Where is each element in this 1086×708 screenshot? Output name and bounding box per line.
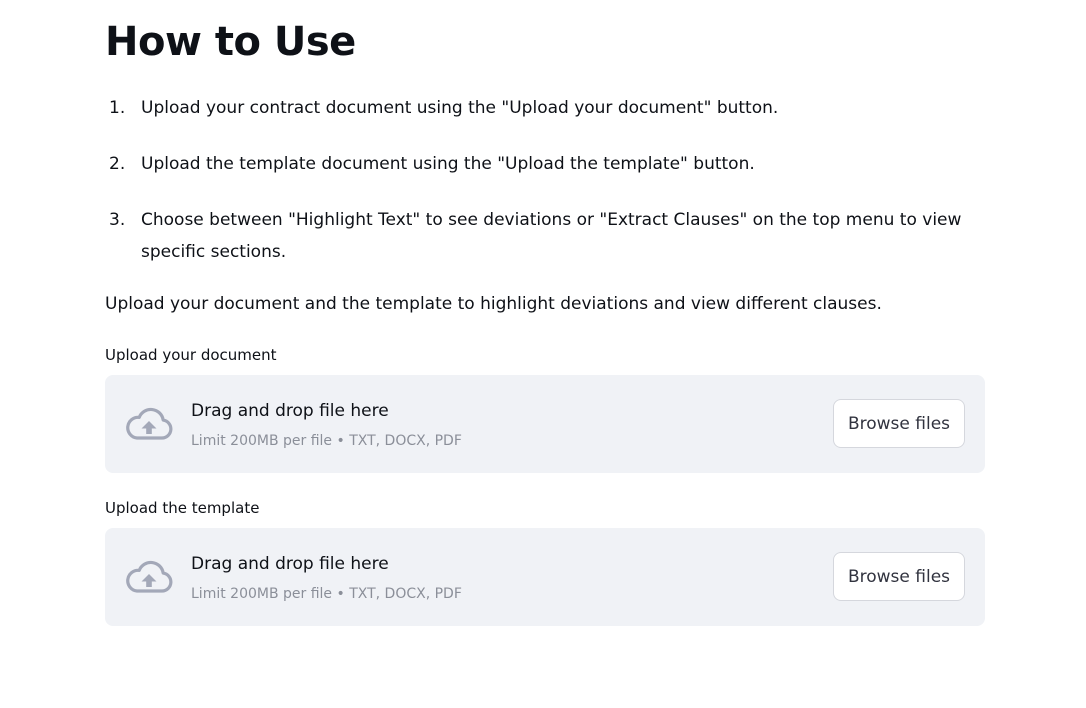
- list-item-text: Upload the template document using the "…: [141, 154, 755, 174]
- template-uploader-label: Upload the template: [105, 499, 260, 517]
- cloud-upload-icon: [126, 560, 173, 593]
- page-title: How to Use: [105, 19, 356, 65]
- dropzone-limit-text: Limit 200MB per file • TXT, DOCX, PDF: [191, 586, 462, 602]
- list-item-number: 3.: [109, 210, 126, 230]
- dropzone-title: Drag and drop file here: [191, 401, 389, 421]
- document-uploader-label: Upload your document: [105, 346, 277, 364]
- list-item-text: Choose between "Highlight Text" to see d…: [141, 210, 962, 262]
- dropzone-title: Drag and drop file here: [191, 554, 389, 574]
- intro-text: Upload your document and the template to…: [105, 294, 882, 314]
- browse-files-button[interactable]: Browse files: [833, 552, 965, 601]
- list-item-number: 2.: [109, 154, 126, 174]
- cloud-upload-icon: [126, 407, 173, 440]
- document-dropzone[interactable]: Drag and drop file here Limit 200MB per …: [105, 375, 985, 473]
- dropzone-limit-text: Limit 200MB per file • TXT, DOCX, PDF: [191, 433, 462, 449]
- template-dropzone[interactable]: Drag and drop file here Limit 200MB per …: [105, 528, 985, 626]
- browse-files-button[interactable]: Browse files: [833, 399, 965, 448]
- list-item-number: 1.: [109, 98, 126, 118]
- list-item: 1. Upload your contract document using t…: [109, 92, 985, 124]
- list-item: 3. Choose between "Highlight Text" to se…: [109, 204, 985, 268]
- list-item: 2. Upload the template document using th…: [109, 148, 985, 180]
- list-item-text: Upload your contract document using the …: [141, 98, 779, 118]
- instructions-list: 1. Upload your contract document using t…: [105, 92, 985, 292]
